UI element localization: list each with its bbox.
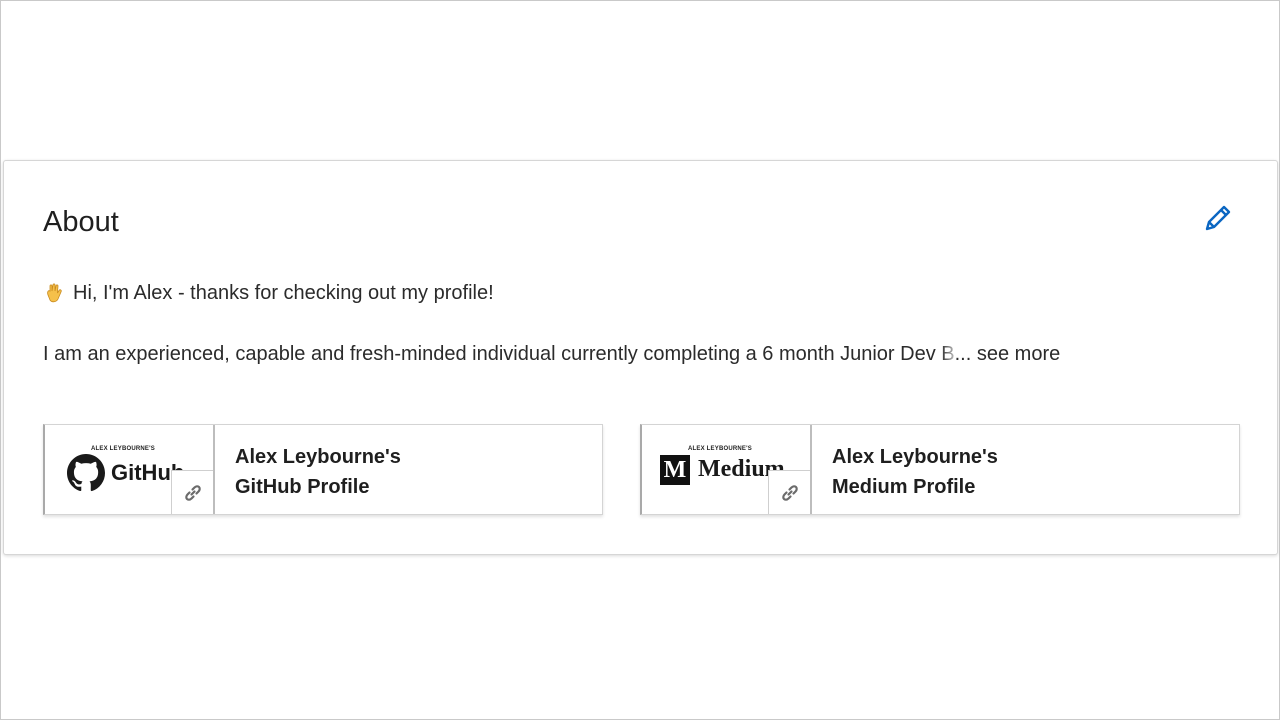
- media-thumbnail-medium: ALEX LEYBOURNE'S M Medium: [642, 425, 812, 514]
- edit-about-button[interactable]: [1198, 198, 1238, 238]
- media-card-title: Alex Leybourne's Medium Profile: [832, 442, 998, 502]
- summary-faded-text: B: [941, 343, 955, 365]
- summary-ellipsis: ...: [954, 343, 972, 365]
- section-title: About: [43, 206, 119, 238]
- see-more-link[interactable]: see more: [977, 343, 1060, 365]
- thumbnail-caption: ALEX LEYBOURNE'S: [688, 446, 752, 452]
- pencil-icon: [1205, 205, 1231, 231]
- media-title-line1: Alex Leybourne's: [235, 446, 401, 468]
- link-icon: [782, 485, 798, 501]
- media-thumbnail-github: ALEX LEYBOURNE'S GitHub: [45, 425, 215, 514]
- about-section: About Hi, I'm Alex - thanks for checking…: [3, 160, 1278, 555]
- about-greeting: Hi, I'm Alex - thanks for checking out m…: [43, 279, 494, 307]
- medium-logo-icon: M: [660, 455, 690, 485]
- link-icon: [185, 485, 201, 501]
- github-logo-icon: [67, 454, 105, 492]
- thumbnail-caption: ALEX LEYBOURNE'S: [91, 446, 155, 452]
- about-summary: I am an experienced, capable and fresh-m…: [43, 340, 1243, 368]
- waving-hand-icon: [47, 283, 62, 303]
- summary-text: I am an experienced, capable and fresh-m…: [43, 343, 942, 365]
- media-title-line1: Alex Leybourne's: [832, 446, 998, 468]
- media-title-line2: Medium Profile: [832, 476, 976, 498]
- media-card-github[interactable]: ALEX LEYBOURNE'S GitHub Alex Leybourne's…: [43, 424, 603, 515]
- media-card-medium[interactable]: ALEX LEYBOURNE'S M Medium Alex Leybourne…: [640, 424, 1240, 515]
- greeting-text: Hi, I'm Alex - thanks for checking out m…: [73, 282, 494, 304]
- link-badge: [171, 470, 213, 514]
- media-card-title: Alex Leybourne's GitHub Profile: [235, 442, 401, 502]
- media-title-line2: GitHub Profile: [235, 476, 370, 498]
- link-badge: [768, 470, 810, 514]
